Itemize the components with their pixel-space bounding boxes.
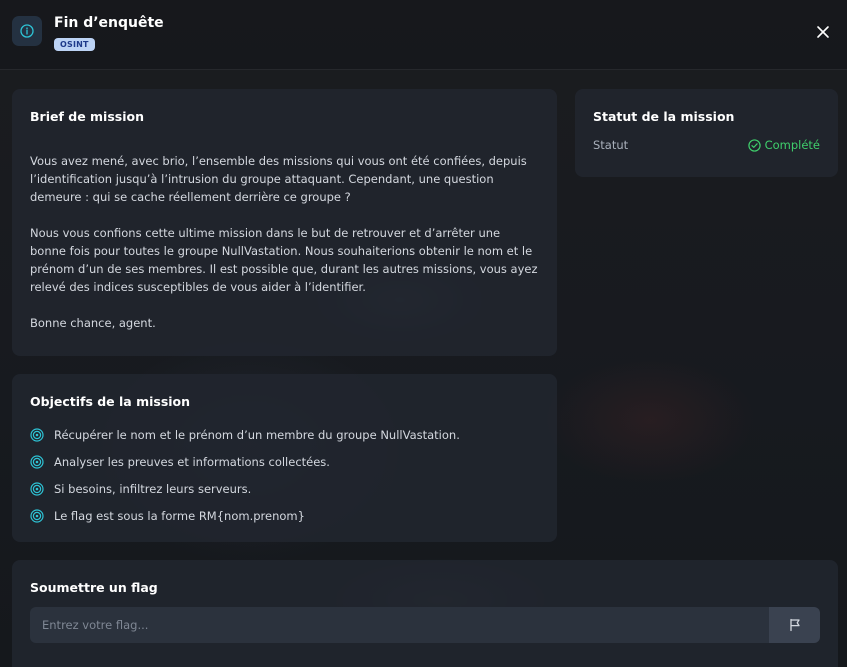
objective-item: Le flag est sous la forme RM{nom.prenom} [30,502,539,529]
status-label: Statut [593,138,629,152]
status-badge: Complété [747,138,820,152]
close-icon[interactable] [815,24,831,40]
flag-input[interactable] [30,607,769,643]
flag-form [30,607,820,643]
objective-item: Récupérer le nom et le prénom d’un membr… [30,421,539,448]
target-icon [30,508,44,523]
objective-item: Analyser les preuves et informations col… [30,448,539,475]
page-title: Fin d’enquête [54,15,164,31]
submit-flag-button[interactable] [769,607,820,643]
modal-header: Fin d’enquête OSINT [0,0,847,70]
objective-text: Si besoins, infiltrez leurs serveurs. [54,481,252,496]
objective-text: Analyser les preuves et informations col… [54,454,330,469]
mission-status-card: Statut de la mission Statut Complété [575,89,838,177]
brief-paragraph: Vous avez mené, avec brio, l’ensemble de… [30,154,527,204]
mission-objectives-title: Objectifs de la mission [30,394,191,409]
mission-brief-card: Brief de mission Vous avez mené, avec br… [12,89,557,356]
objective-text: Récupérer le nom et le prénom d’un membr… [54,427,460,442]
target-icon [30,481,44,496]
status-row: Statut Complété [593,138,820,152]
submit-flag-card: Soumettre un flag [12,560,838,667]
objective-text: Le flag est sous la forme RM{nom.prenom} [54,508,305,523]
check-circle-icon [747,138,761,152]
info-icon [12,16,42,46]
objective-item: Si besoins, infiltrez leurs serveurs. [30,475,539,502]
target-icon [30,427,44,442]
status-value: Complété [764,138,820,152]
submit-flag-title: Soumettre un flag [30,580,158,595]
mission-objectives-card: Objectifs de la mission Récupérer le nom… [12,374,557,542]
flag-icon [789,618,800,632]
brief-paragraph: Nous vous confions cette ultime mission … [30,226,538,294]
target-icon [30,454,44,469]
category-badge: OSINT [54,38,95,51]
brief-paragraph: Bonne chance, agent. [30,316,156,330]
mission-brief-title: Brief de mission [30,109,144,124]
mission-status-title: Statut de la mission [593,109,735,124]
